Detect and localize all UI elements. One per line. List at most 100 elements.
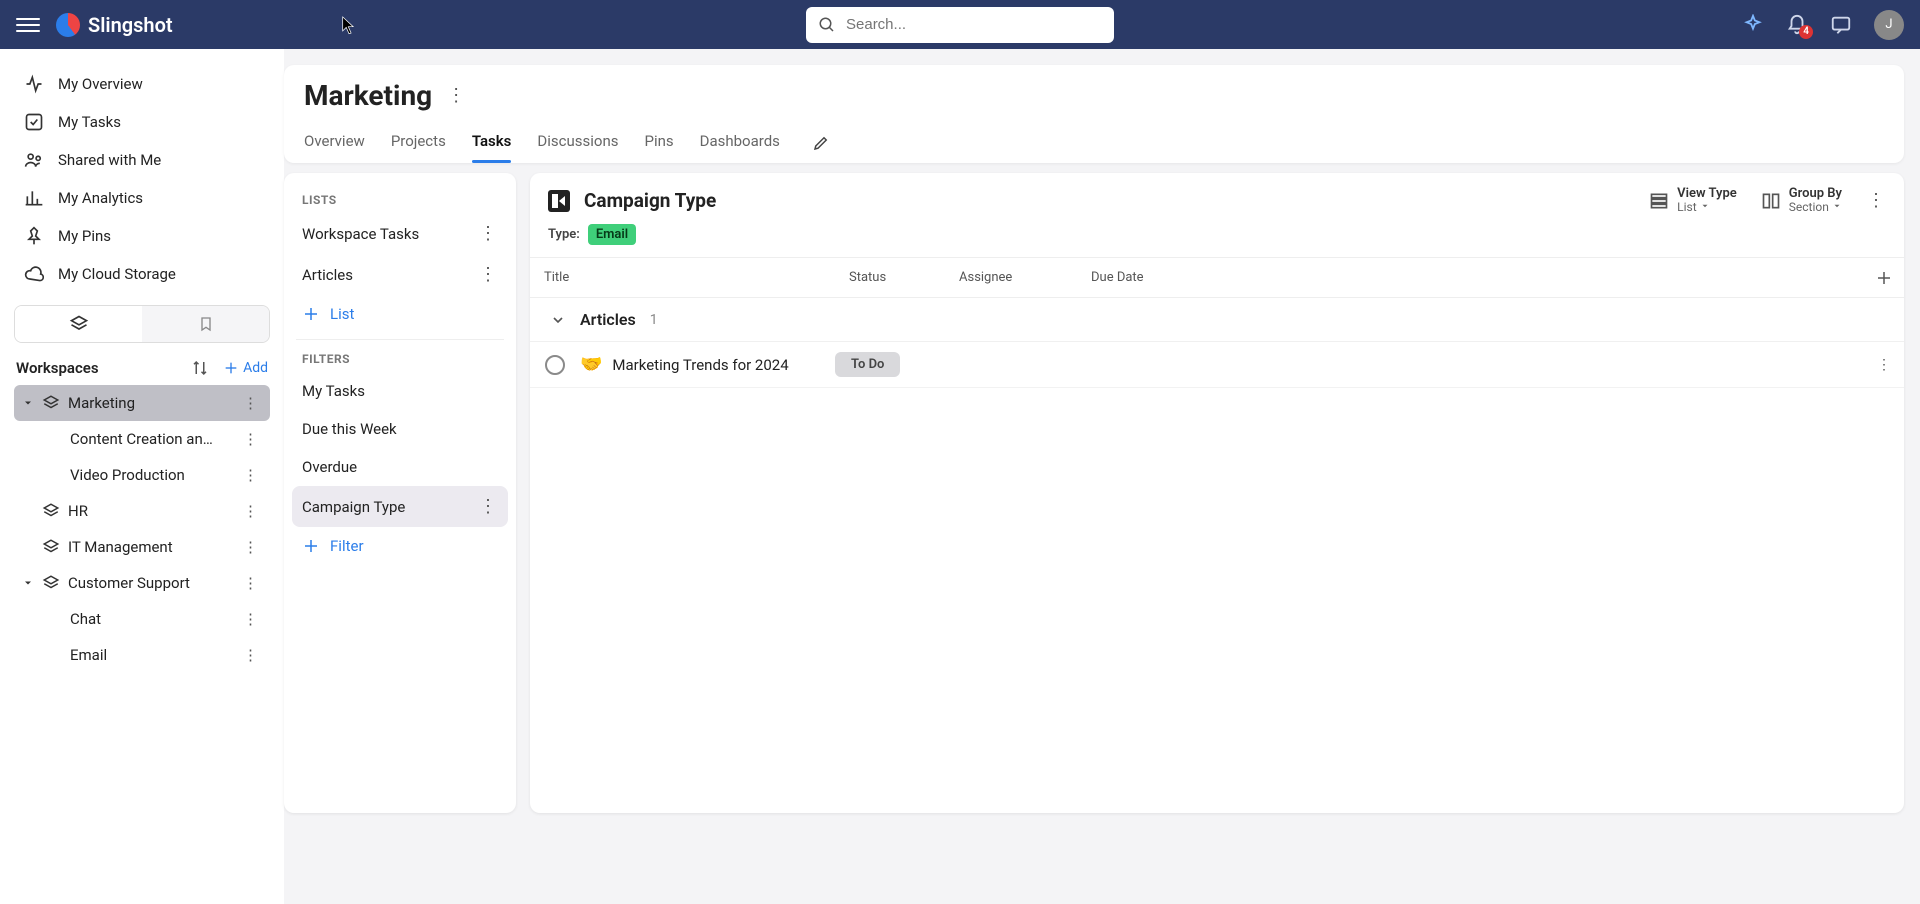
vc-label: View Type — [1677, 187, 1737, 201]
status-badge[interactable]: To Do — [835, 352, 900, 377]
row-menu[interactable]: ⋮ — [239, 466, 262, 484]
nav-my-overview[interactable]: My Overview — [14, 65, 270, 103]
divider — [296, 339, 504, 340]
chart-icon — [24, 188, 44, 208]
add-workspace-button[interactable]: Add — [223, 360, 268, 376]
workspace-email[interactable]: Email ⋮ — [14, 637, 270, 673]
nav-cloud[interactable]: My Cloud Storage — [14, 255, 270, 293]
filter-overdue[interactable]: Overdue — [292, 448, 508, 486]
brand-logo-icon — [56, 13, 80, 37]
task-title: Marketing Trends for 2024 — [612, 356, 788, 374]
notifications-button[interactable]: 4 — [1786, 14, 1808, 36]
item-label: My Tasks — [302, 382, 365, 400]
sidebar-view-toggle — [14, 305, 270, 343]
search-box[interactable] — [806, 7, 1114, 43]
nav-label: Shared with Me — [58, 151, 161, 169]
workspace-marketing[interactable]: Marketing ⋮ — [14, 385, 270, 421]
row-menu[interactable]: ⋮ — [239, 538, 262, 556]
search-input[interactable] — [846, 16, 1102, 33]
tab-pins[interactable]: Pins — [644, 124, 673, 162]
ai-sparkle-icon[interactable] — [1742, 14, 1764, 36]
tree-label: Video Production — [70, 466, 231, 484]
filter-due-week[interactable]: Due this Week — [292, 410, 508, 448]
add-label: List — [330, 305, 354, 323]
collapse-panel-button[interactable] — [548, 190, 570, 212]
row-menu[interactable]: ⋮ — [478, 496, 498, 517]
row-menu[interactable]: ⋮ — [239, 646, 262, 664]
workspace-it[interactable]: IT Management ⋮ — [14, 529, 270, 565]
list-articles[interactable]: Articles ⋮ — [292, 254, 508, 295]
group-by-selector[interactable]: Group By Section — [1761, 187, 1842, 214]
filter-campaign-type[interactable]: Campaign Type ⋮ — [292, 486, 508, 527]
row-menu[interactable]: ⋮ — [239, 502, 262, 520]
toggle-workspaces[interactable] — [15, 306, 142, 342]
col-title[interactable]: Title — [530, 258, 835, 297]
task-row-menu[interactable]: ⋮ — [1864, 357, 1904, 373]
bookmark-icon — [198, 314, 214, 334]
lists-heading: LISTS — [292, 187, 508, 213]
nav-shared[interactable]: Shared with Me — [14, 141, 270, 179]
col-due[interactable]: Due Date — [1077, 258, 1215, 297]
chevron-down-icon — [1700, 201, 1710, 211]
add-list-button[interactable]: List — [292, 295, 508, 333]
tab-discussions[interactable]: Discussions — [537, 124, 618, 162]
col-spacer — [1215, 258, 1864, 297]
row-menu[interactable]: ⋮ — [239, 430, 262, 448]
avatar[interactable]: J — [1874, 10, 1904, 40]
workspace-content-creation[interactable]: Content Creation an… ⋮ — [14, 421, 270, 457]
tab-overview[interactable]: Overview — [304, 124, 365, 162]
row-menu[interactable]: ⋮ — [239, 394, 262, 412]
edit-tabs-button[interactable] — [812, 124, 830, 162]
search-icon — [818, 16, 836, 34]
plus-icon — [302, 305, 320, 323]
menu-button[interactable] — [16, 13, 40, 37]
comments-button[interactable] — [1830, 14, 1852, 36]
item-label: Due this Week — [302, 420, 397, 438]
tab-dashboards[interactable]: Dashboards — [700, 124, 780, 162]
type-chip[interactable]: Email — [588, 224, 636, 245]
add-column-button[interactable] — [1864, 258, 1904, 297]
workspace-customer-support[interactable]: Customer Support ⋮ — [14, 565, 270, 601]
row-menu[interactable]: ⋮ — [239, 574, 262, 592]
list-icon — [1649, 191, 1669, 211]
checkbox-icon — [24, 112, 44, 132]
toggle-bookmarks[interactable] — [142, 306, 269, 342]
workspace-video-production[interactable]: Video Production ⋮ — [14, 457, 270, 493]
plus-icon — [302, 537, 320, 555]
topbar-right: 4 J — [1742, 10, 1904, 40]
group-row-articles[interactable]: Articles 1 — [530, 298, 1904, 342]
vc-value: List — [1677, 200, 1697, 214]
tab-tasks[interactable]: Tasks — [472, 124, 512, 162]
row-menu[interactable]: ⋮ — [478, 264, 498, 285]
nav-my-tasks[interactable]: My Tasks — [14, 103, 270, 141]
column-headers: Title Status Assignee Due Date — [530, 257, 1904, 298]
lists-panel: LISTS Workspace Tasks ⋮ Articles ⋮ List — [284, 173, 516, 813]
task-complete-checkbox[interactable] — [530, 355, 580, 375]
add-label: Add — [243, 360, 268, 376]
workspace-hr[interactable]: HR ⋮ — [14, 493, 270, 529]
brand-name: Slingshot — [88, 13, 173, 37]
main: Marketing ⋮ Overview Projects Tasks Disc… — [284, 49, 1920, 904]
list-workspace-tasks[interactable]: Workspace Tasks ⋮ — [292, 213, 508, 254]
page-menu[interactable]: ⋮ — [446, 85, 466, 106]
row-menu[interactable]: ⋮ — [239, 610, 262, 628]
item-label: Campaign Type — [302, 498, 405, 516]
nav-pins[interactable]: My Pins — [14, 217, 270, 255]
task-row[interactable]: 🤝 Marketing Trends for 2024 To Do ⋮ — [530, 342, 1904, 388]
workspace-chat[interactable]: Chat ⋮ — [14, 601, 270, 637]
filter-my-tasks[interactable]: My Tasks — [292, 372, 508, 410]
sort-icon[interactable] — [191, 359, 209, 377]
nav-label: My Pins — [58, 227, 111, 245]
view-type-selector[interactable]: View Type List — [1649, 187, 1737, 214]
brand[interactable]: Slingshot — [56, 13, 173, 37]
add-filter-button[interactable]: Filter — [292, 527, 508, 565]
vc-value: Section — [1789, 200, 1829, 214]
tab-projects[interactable]: Projects — [391, 124, 446, 162]
pin-icon — [24, 226, 44, 246]
col-assignee[interactable]: Assignee — [945, 258, 1077, 297]
nav-analytics[interactable]: My Analytics — [14, 179, 270, 217]
row-menu[interactable]: ⋮ — [478, 223, 498, 244]
col-status[interactable]: Status — [835, 258, 945, 297]
tasks-panel-menu[interactable]: ⋮ — [1866, 190, 1886, 211]
search-wrap — [806, 7, 1114, 43]
